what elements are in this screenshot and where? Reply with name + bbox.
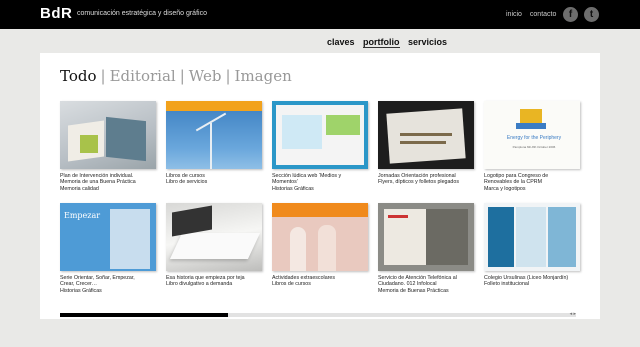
- brochure-photo: [80, 135, 98, 153]
- brochure-panel: [488, 207, 514, 267]
- scrollbar-thumb[interactable]: [60, 313, 228, 317]
- web-content-block: [326, 115, 360, 135]
- item-caption: Servicio de Atención Telefónica al Ciuda…: [378, 275, 457, 294]
- contacto-link[interactable]: contacto: [530, 11, 556, 18]
- brochure-page: [106, 116, 146, 162]
- portfolio-thumbnail[interactable]: [166, 101, 262, 169]
- item-caption: Logotipo para Congreso de Renovables de …: [484, 173, 549, 192]
- portfolio-thumbnail[interactable]: [60, 101, 156, 169]
- cover-photo: [318, 225, 336, 271]
- portfolio-item[interactable]: Plan de Intervención individual. Memoria…: [60, 101, 158, 192]
- logo-text: Energy for the Periphery: [506, 135, 562, 141]
- portfolio-thumbnail[interactable]: Energy for the Periphery Pamplona 6th-8t…: [484, 101, 580, 169]
- portfolio-item[interactable]: Servicio de Atención Telefónica al Ciuda…: [378, 203, 476, 294]
- nav-portfolio[interactable]: portfolio: [363, 37, 400, 48]
- cover-band: [166, 101, 262, 111]
- book-cover: [172, 205, 212, 237]
- portfolio-panel: Todo | Editorial | Web | Imagen Plan de Interv…: [40, 53, 600, 319]
- portfolio-thumbnail[interactable]: [484, 203, 580, 271]
- tagline: comunicación estratégica y diseño gráfic…: [77, 10, 207, 17]
- portfolio-thumbnail[interactable]: [378, 203, 474, 271]
- portfolio-item[interactable]: Jornadas Orientación profesional Flyers,…: [378, 101, 476, 186]
- nav-servicios[interactable]: servicios: [408, 37, 447, 47]
- key-illustration: [400, 141, 446, 144]
- portfolio-item[interactable]: Sección lúdica web ‘Medios y Momentos’ H…: [272, 101, 370, 192]
- report-photo: [426, 209, 468, 265]
- filter-web[interactable]: Web: [189, 67, 222, 85]
- wind-turbine-tower: [210, 123, 212, 169]
- cover-photo: [110, 209, 150, 269]
- open-book: [169, 233, 261, 259]
- web-content-block: [282, 115, 322, 149]
- portfolio-thumbnail[interactable]: [272, 203, 368, 271]
- top-bar: BdR comunicación estratégica y diseño gr…: [0, 0, 640, 29]
- facebook-icon[interactable]: f: [563, 7, 578, 22]
- scroll-arrows-icon[interactable]: ◂ ▸: [570, 311, 576, 317]
- portfolio-item[interactable]: Actividades extraescolares Libros de cur…: [272, 203, 370, 288]
- item-caption: Colegio Ursulinas (Liceo Monjardín) Foll…: [484, 275, 569, 288]
- filter-editorial[interactable]: Editorial: [110, 67, 176, 85]
- portfolio-item[interactable]: Libros de cursos Libro de servicios: [166, 101, 264, 186]
- portfolio-item[interactable]: Colegio Ursulinas (Liceo Monjardín) Foll…: [484, 203, 582, 288]
- filter-bar: Todo | Editorial | Web | Imagen: [60, 67, 292, 85]
- inicio-link[interactable]: inicio: [506, 11, 522, 18]
- horizontal-scrollbar[interactable]: [60, 313, 576, 317]
- filter-separator: |: [179, 67, 185, 85]
- filter-imagen[interactable]: Imagen: [235, 67, 292, 85]
- report-heading: [388, 215, 408, 218]
- brochure-panel: [516, 207, 546, 267]
- filter-separator: |: [225, 67, 231, 85]
- item-caption: Sección lúdica web ‘Medios y Momentos’ H…: [272, 173, 342, 192]
- logo[interactable]: BdR: [40, 5, 72, 22]
- cover-title: Empezar: [64, 211, 101, 220]
- top-links: inicio contacto: [506, 11, 562, 18]
- nav-claves[interactable]: claves: [327, 37, 355, 47]
- key-illustration: [400, 133, 452, 136]
- cover-photo: [290, 227, 306, 271]
- portfolio-thumbnail[interactable]: [272, 101, 368, 169]
- item-caption: Plan de Intervención individual. Memoria…: [60, 173, 136, 192]
- portfolio-item[interactable]: Esa historia que empieza por teja Libro …: [166, 203, 264, 288]
- item-caption: Libros de cursos Libro de servicios: [166, 173, 208, 186]
- filter-todo[interactable]: Todo: [60, 67, 97, 85]
- portfolio-thumbnail[interactable]: [166, 203, 262, 271]
- cover-band: [272, 203, 368, 217]
- flyer: [386, 108, 466, 164]
- brochure-panel: [548, 207, 576, 267]
- portfolio-thumbnail[interactable]: Empezar: [60, 203, 156, 271]
- logo-subtext: Pamplona 6th-8th October 2006: [512, 145, 556, 149]
- logo-mark: [516, 123, 546, 129]
- twitter-icon[interactable]: t: [584, 7, 599, 22]
- item-caption: Esa historia que empieza por teja Libro …: [166, 275, 245, 288]
- item-caption: Jornadas Orientación profesional Flyers,…: [378, 173, 459, 186]
- portfolio-item[interactable]: Energy for the Periphery Pamplona 6th-8t…: [484, 101, 582, 192]
- item-caption: Serie Orientar, Soñar, Empezar, Crear, C…: [60, 275, 135, 294]
- portfolio-item[interactable]: Empezar Serie Orientar, Soñar, Empezar, …: [60, 203, 158, 294]
- portfolio-thumbnail[interactable]: [378, 101, 474, 169]
- item-caption: Actividades extraescolares Libros de cur…: [272, 275, 336, 288]
- filter-separator: |: [100, 67, 106, 85]
